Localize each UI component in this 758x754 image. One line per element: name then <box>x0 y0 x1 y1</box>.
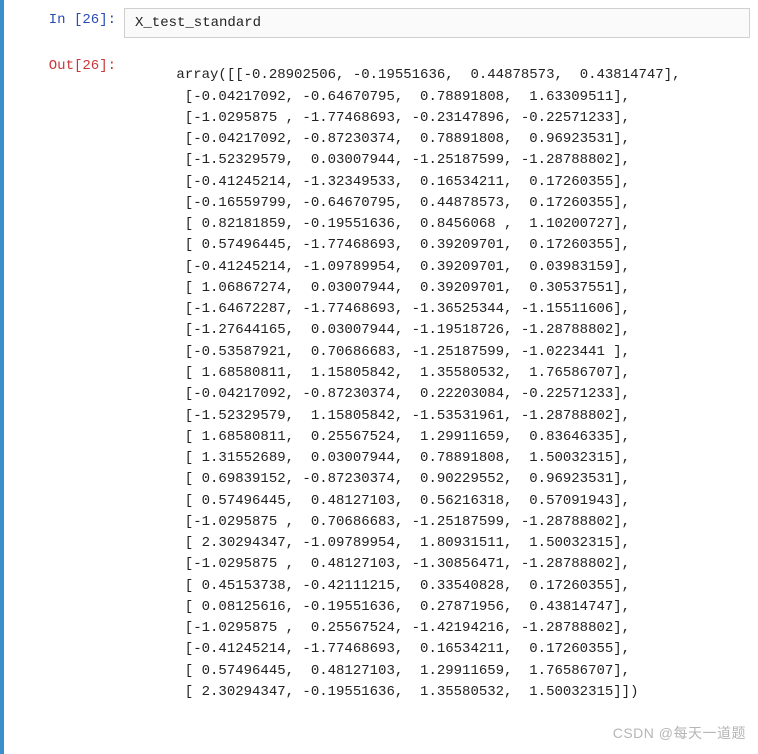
watermark-text: CSDN @每天一道题 <box>613 723 746 744</box>
output-prompt: Out[26]: <box>4 54 124 78</box>
code-input[interactable]: X_test_standard <box>124 8 750 38</box>
content-column: X_test_standard array([[-0.28902506, -0.… <box>124 8 758 746</box>
prompt-column: In [26]: Out[26]: <box>4 8 124 746</box>
output-area: array([[-0.28902506, -0.19551636, 0.4487… <box>124 38 758 746</box>
array-output: array([[-0.28902506, -0.19551636, 0.4487… <box>126 67 681 700</box>
input-prompt: In [26]: <box>4 8 124 32</box>
jupyter-cell: In [26]: Out[26]: X_test_standard array(… <box>0 0 758 754</box>
